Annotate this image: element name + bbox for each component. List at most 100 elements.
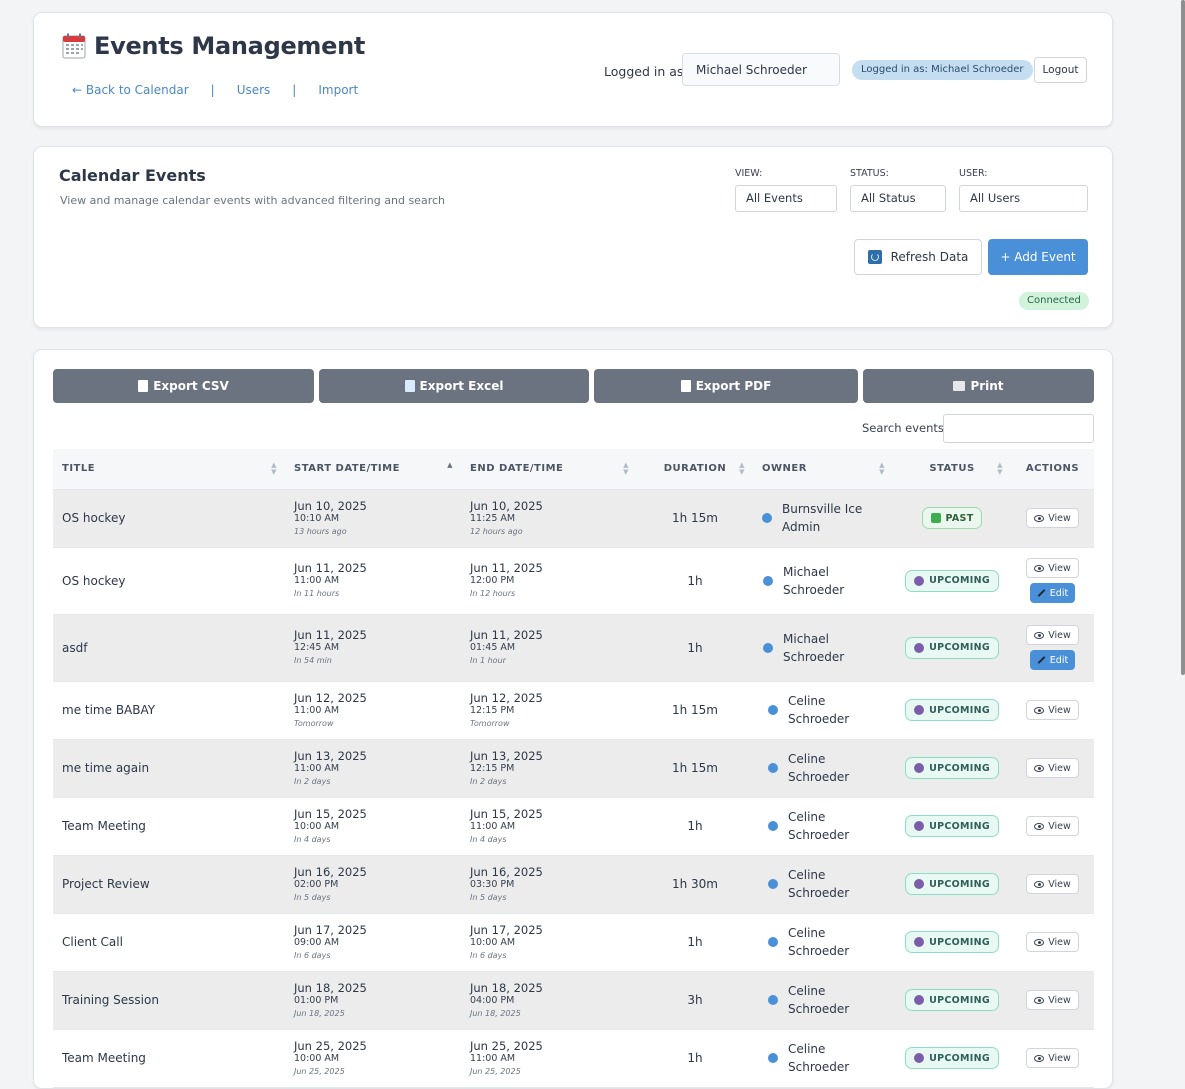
end-relative-time: In 2 days — [470, 776, 507, 786]
status-badge: UPCOMING — [905, 699, 999, 721]
view-filter-select[interactable]: All Events — [735, 185, 837, 212]
back-to-calendar-link[interactable]: ← Back to Calendar — [72, 83, 189, 97]
view-label: View — [1048, 820, 1071, 832]
duration-cell: 1h — [637, 1029, 753, 1088]
column-header-start[interactable]: START DATE/TIME ▲ — [285, 449, 461, 490]
page-title: Events Management — [62, 32, 365, 60]
duration-cell: 3h — [637, 971, 753, 1030]
refresh-data-button[interactable]: Refresh Data — [854, 239, 982, 275]
table-row[interactable]: me time BABAY Jun 12, 2025 11:00 AM Tomorro… — [53, 681, 1094, 740]
view-label: View — [1048, 762, 1071, 774]
start-date: Jun 13, 2025 — [294, 748, 367, 763]
export-excel-button[interactable]: Export Excel — [319, 369, 589, 403]
start-relative-time: In 5 days — [294, 892, 331, 902]
end-time: 03:30 PM — [470, 878, 515, 890]
view-label: View — [1048, 1052, 1071, 1064]
start-datetime-cell: Jun 25, 2025 10:00 AM Jun 25, 2025 — [285, 1029, 461, 1088]
end-relative-time: Jun 25, 2025 — [470, 1066, 521, 1076]
column-header-duration[interactable]: DURATION ▲ ▼ — [637, 449, 753, 490]
status-filter-select[interactable]: All Status — [850, 185, 946, 212]
column-header-status[interactable]: STATUS ▲ ▼ — [893, 449, 1011, 490]
eye-icon — [1034, 764, 1045, 772]
view-button[interactable]: View — [1026, 1048, 1079, 1068]
event-title-cell: me time BABAY — [53, 681, 285, 740]
table-row[interactable]: Training Session Jun 18, 2025 01:00 PM Jun … — [53, 971, 1094, 1030]
start-time: 10:00 AM — [294, 1052, 340, 1064]
table-row[interactable]: Project Review Jun 16, 2025 02:00 PM In 5 d… — [53, 855, 1094, 914]
column-header-title[interactable]: TITLE ▲ ▼ — [53, 449, 285, 490]
end-datetime-cell: Jun 10, 2025 11:25 AM 12 hours ago — [461, 489, 637, 548]
view-button[interactable]: View — [1026, 625, 1079, 645]
import-link[interactable]: Import — [318, 83, 358, 97]
view-button[interactable]: View — [1026, 932, 1079, 952]
export-csv-button[interactable]: Export CSV — [53, 369, 314, 403]
upcoming-icon — [914, 937, 925, 947]
end-datetime-cell: Jun 11, 2025 01:45 AM In 1 hour — [461, 614, 637, 682]
start-datetime-cell: Jun 11, 2025 11:00 AM In 11 hours — [285, 547, 461, 615]
event-title: Client Call — [62, 935, 123, 949]
edit-label: Edit — [1049, 654, 1069, 666]
edit-button[interactable]: Edit — [1029, 650, 1076, 670]
table-row[interactable]: OS hockey Jun 11, 2025 11:00 AM In 11 hours… — [53, 547, 1094, 615]
edit-button[interactable]: Edit — [1029, 583, 1076, 603]
event-title-cell: OS hockey — [53, 547, 285, 615]
refresh-data-label: Refresh Data — [890, 250, 969, 264]
owner-cell: Celine Schroeder — [753, 855, 893, 914]
view-button[interactable]: View — [1026, 558, 1079, 578]
view-button[interactable]: View — [1026, 874, 1079, 894]
status-filter-label: STATUS: — [850, 168, 889, 179]
view-button[interactable]: View — [1026, 508, 1079, 528]
table-row[interactable]: Client Call Jun 17, 2025 09:00 AM In 6 days… — [53, 913, 1094, 972]
view-button[interactable]: View — [1026, 758, 1079, 778]
logout-button[interactable]: Logout — [1034, 57, 1087, 83]
owner-color-dot — [763, 642, 773, 653]
table-row[interactable]: me time again Jun 13, 2025 11:00 AM In 2 da… — [53, 739, 1094, 798]
duration-cell: 1h 30m — [637, 855, 753, 914]
section-subtitle: View and manage calendar events with adv… — [60, 194, 445, 207]
column-header-owner[interactable]: OWNER ▲ ▼ — [753, 449, 893, 490]
actions-cell: View — [1011, 913, 1094, 972]
view-button[interactable]: View — [1026, 990, 1079, 1010]
actions-cell: View Edit — [1011, 547, 1094, 615]
user-filter-select[interactable]: All Users — [959, 185, 1088, 212]
actions-cell: View — [1011, 971, 1094, 1030]
start-date: Jun 12, 2025 — [294, 690, 367, 705]
page-scrollbar[interactable] — [1181, 0, 1185, 675]
eye-icon — [1034, 822, 1045, 830]
view-button[interactable]: View — [1026, 816, 1079, 836]
start-date: Jun 16, 2025 — [294, 864, 367, 879]
start-relative-time: In 54 min — [294, 656, 332, 665]
end-time: 12:15 PM — [470, 704, 515, 716]
add-event-button[interactable]: + Add Event — [988, 239, 1088, 275]
column-header-end[interactable]: END DATE/TIME ▲ ▼ — [461, 449, 637, 490]
table-row[interactable]: Team Meeting Jun 15, 2025 10:00 AM In 4 day… — [53, 797, 1094, 856]
end-time: 11:00 AM — [470, 1052, 516, 1064]
owner-color-dot — [768, 705, 778, 715]
sort-icon: ▲ ▼ — [739, 461, 745, 476]
upcoming-icon — [914, 763, 925, 773]
pencil-icon — [1037, 589, 1046, 597]
events-table: TITLE ▲ ▼ START DATE/TIME ▲ END DATE/TIME ▲ ▼… — [53, 449, 1094, 1088]
end-relative-time: Jun 18, 2025 — [470, 1008, 521, 1018]
view-filter-label: VIEW: — [735, 168, 763, 179]
end-relative-time: In 12 hours — [470, 589, 516, 598]
end-datetime-cell: Jun 12, 2025 12:15 PM Tomorrow — [461, 681, 637, 740]
start-relative-time: Tomorrow — [294, 718, 334, 728]
owner-name: Celine Schroeder — [788, 926, 850, 958]
status-badge: PAST — [921, 507, 983, 529]
print-button[interactable]: Print — [863, 369, 1094, 403]
nav-links: ← Back to Calendar | Users | Import — [72, 83, 358, 97]
start-datetime-cell: Jun 13, 2025 11:00 AM In 2 days — [285, 739, 461, 798]
end-date: Jun 18, 2025 — [470, 980, 543, 995]
table-row[interactable]: Team Meeting Jun 25, 2025 10:00 AM Jun 25, … — [53, 1029, 1094, 1088]
export-pdf-button[interactable]: Export PDF — [594, 369, 858, 403]
view-button[interactable]: View — [1026, 700, 1079, 720]
end-time: 04:00 PM — [470, 994, 515, 1006]
table-row[interactable]: OS hockey Jun 10, 2025 10:10 AM 13 hours ag… — [53, 489, 1094, 548]
search-events-input[interactable] — [943, 414, 1094, 443]
section-title: Calendar Events — [59, 166, 206, 185]
users-link[interactable]: Users — [237, 83, 271, 97]
start-date: Jun 11, 2025 — [294, 561, 367, 575]
logged-in-user-field[interactable]: Michael Schroeder — [682, 53, 840, 86]
table-row[interactable]: asdf Jun 11, 2025 12:45 AM In 54 min Jun 11,… — [53, 614, 1094, 682]
